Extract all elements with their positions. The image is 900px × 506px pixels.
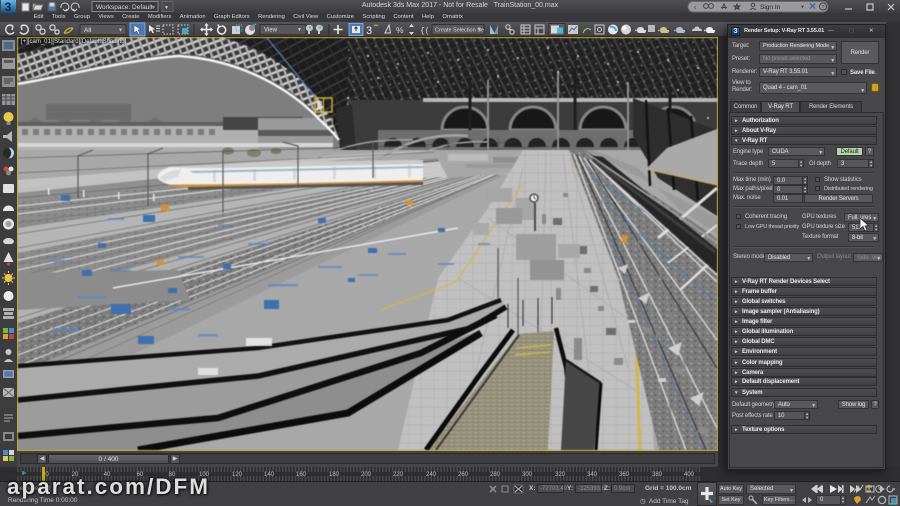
svg-text:260: 260 <box>458 472 469 478</box>
svg-text:▼: ▼ <box>800 5 805 11</box>
svg-text:Sign In: Sign In <box>760 4 781 11</box>
svg-text:▼: ▼ <box>151 5 156 11</box>
svg-text:360: 360 <box>619 472 630 478</box>
svg-text:200: 200 <box>361 472 372 478</box>
svg-text:View: View <box>264 28 278 34</box>
svg-text:240: 240 <box>426 472 437 478</box>
svg-text:3: 3 <box>366 25 372 37</box>
svg-text:400: 400 <box>684 472 695 478</box>
svg-text:{(: {( <box>420 27 430 36</box>
svg-text:280: 280 <box>490 472 501 478</box>
svg-text:?: ? <box>822 5 825 11</box>
svg-text:▼: ▼ <box>297 27 302 33</box>
svg-text:▼: ▼ <box>164 5 169 11</box>
svg-text:220: 220 <box>393 472 404 478</box>
svg-text:320: 320 <box>555 472 566 478</box>
svg-text:3: 3 <box>5 0 12 13</box>
svg-text:▼: ▼ <box>118 28 123 34</box>
svg-text:180: 180 <box>329 472 340 478</box>
svg-text:Workspace: Default: Workspace: Default <box>96 4 153 11</box>
svg-text:%: % <box>396 25 404 35</box>
svg-text:380: 380 <box>652 472 663 478</box>
svg-text:All: All <box>84 27 92 34</box>
svg-text:160: 160 <box>296 472 307 478</box>
svg-text:140: 140 <box>264 472 275 478</box>
svg-text:340: 340 <box>587 472 598 478</box>
svg-text:▼: ▼ <box>477 27 482 33</box>
svg-text:300: 300 <box>522 472 533 478</box>
svg-text:120: 120 <box>232 472 243 478</box>
